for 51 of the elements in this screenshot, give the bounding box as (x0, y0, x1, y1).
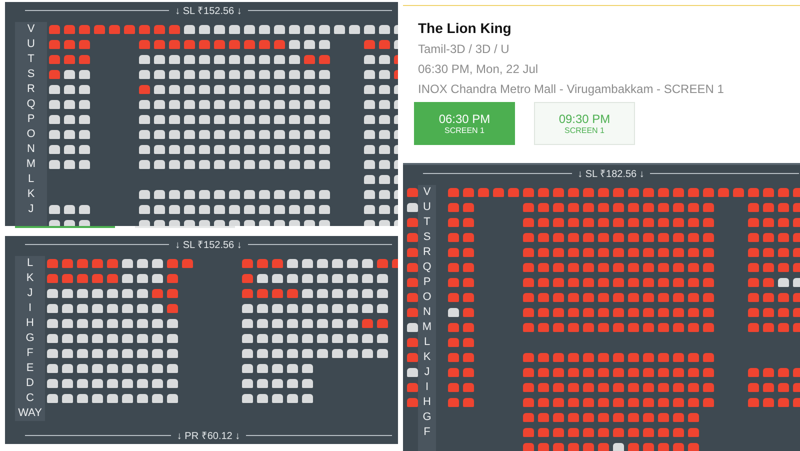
movie-title: The Lion King (418, 20, 512, 36)
row-label: M (15, 157, 47, 172)
row-label: F (418, 425, 436, 440)
showtime-button[interactable]: 09:30 PM SCREEN 1 (534, 102, 635, 145)
row-label: H (418, 395, 436, 410)
row-label: T (15, 52, 47, 67)
row-label: V (15, 22, 47, 37)
row-label: U (15, 37, 47, 52)
row-label: P (15, 112, 47, 127)
row-label: WAY (15, 406, 45, 421)
price-header: ↓ SL ₹152.56 ↓ (175, 5, 242, 17)
row-label: T (418, 215, 436, 230)
row-label: C (15, 391, 45, 406)
row-label: J (15, 202, 47, 217)
row-label: R (15, 82, 47, 97)
price-header: ↓ SL ₹182.56 ↓ (578, 168, 644, 180)
row-label: L (418, 335, 436, 350)
row-label: V (418, 185, 436, 200)
price-footer: ↓ PR ₹60.12 ↓ (176, 428, 240, 442)
row-label: Q (418, 260, 436, 275)
row-label: M (418, 320, 436, 335)
row-label: G (418, 410, 436, 425)
row-label: F (15, 346, 45, 361)
row-label: D (15, 376, 45, 391)
row-label: S (15, 67, 47, 82)
row-label: I (418, 380, 436, 395)
row-label: N (418, 305, 436, 320)
row-label: O (15, 127, 47, 142)
row-label: G (15, 331, 45, 346)
row-label: E (15, 361, 45, 376)
price-header: ↓ SL ₹152.56 ↓ (175, 239, 242, 251)
row-label: L (15, 256, 45, 271)
row-label: I (15, 301, 45, 316)
row-label: Q (15, 97, 47, 112)
movie-format: Tamil-3D / 3D / U (418, 42, 510, 56)
row-label: K (15, 187, 47, 202)
row-label: U (418, 200, 436, 215)
row-label: L (15, 172, 47, 187)
row-label: S (418, 230, 436, 245)
row-label: K (15, 271, 45, 286)
row-label: J (418, 365, 436, 380)
venue-name: INOX Chandra Metro Mall - Virugambakkam - SCREEN 1 (418, 82, 725, 96)
row-label: R (418, 245, 436, 260)
row-label: N (15, 142, 47, 157)
row-label: K (418, 350, 436, 365)
show-datetime: 06:30 PM, Mon, 22 Jul (418, 62, 540, 76)
row-label: H (15, 316, 45, 331)
row-label: P (418, 275, 436, 290)
row-label: J (15, 286, 45, 301)
row-label: O (418, 290, 436, 305)
showtime-button[interactable]: 06:30 PM SCREEN 1 (414, 102, 515, 145)
